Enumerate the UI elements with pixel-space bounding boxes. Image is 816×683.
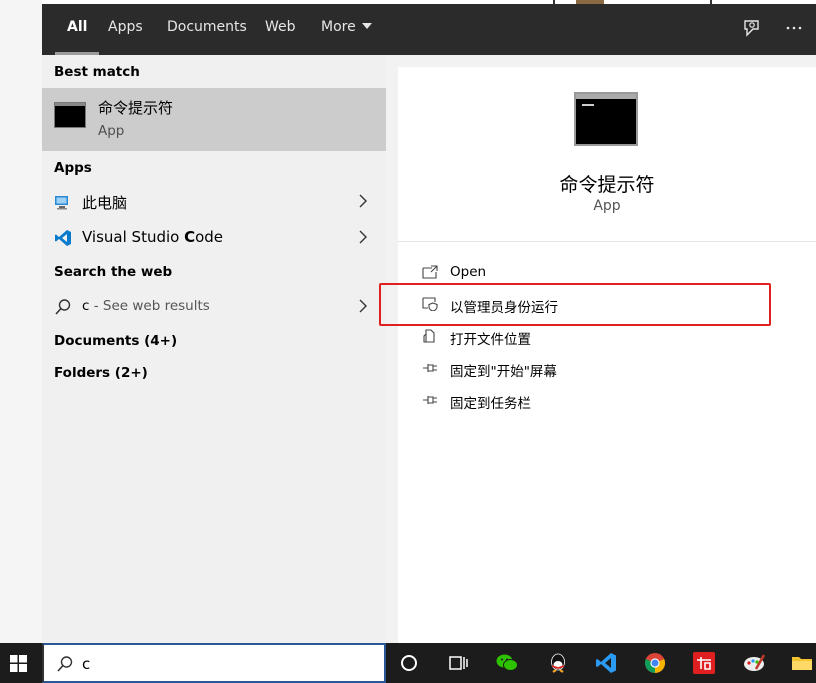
chevron-right-icon[interactable] [358, 230, 368, 244]
preview-title: 命令提示符 [559, 174, 655, 196]
action-pin-to-taskbar[interactable]: 固定到任务栏 [398, 386, 816, 416]
tab-web[interactable]: Web [265, 4, 296, 55]
taskbar [0, 643, 816, 683]
youdao-icon[interactable] [692, 651, 716, 675]
tab-more-label: More [321, 19, 356, 35]
preview-subtitle: App [593, 198, 621, 214]
documents-group[interactable]: Documents (4+) [54, 333, 177, 349]
tab-all[interactable]: All [54, 4, 101, 55]
tab-documents[interactable]: Documents [167, 4, 247, 55]
pin-icon [423, 364, 437, 372]
action-label: Open [450, 264, 487, 280]
best-match-item[interactable]: 命令提示符 App [42, 88, 386, 151]
start-button[interactable] [0, 643, 42, 683]
file-location-icon [423, 329, 435, 343]
annotation-highlight-box [379, 283, 771, 326]
tab-apps[interactable]: Apps [108, 4, 143, 55]
command-prompt-icon [54, 102, 86, 128]
chevron-down-icon [361, 23, 372, 29]
pin-icon [423, 396, 437, 404]
web-result-label: c - See web results [82, 298, 210, 314]
command-prompt-icon [574, 92, 638, 146]
search-input[interactable] [82, 651, 372, 677]
chevron-right-icon[interactable] [358, 299, 368, 313]
wechat-icon[interactable] [495, 651, 519, 675]
apps-header: Apps [54, 160, 92, 176]
search-filter-bar: All Apps Documents Web More [42, 4, 816, 55]
qq-icon[interactable] [546, 651, 570, 675]
this-pc-icon [55, 196, 68, 210]
list-item-vscode[interactable]: Visual Studio Code [42, 220, 386, 254]
vscode-icon [55, 230, 71, 246]
list-item-label: 此电脑 [82, 194, 128, 212]
results-list: Best match 命令提示符 App Apps 此电脑 Visual Stu… [42, 55, 386, 643]
feedback-icon[interactable] [742, 18, 762, 38]
desktop-background [0, 0, 42, 643]
cortana-icon[interactable] [397, 651, 421, 675]
action-label: 固定到任务栏 [450, 396, 531, 412]
chevron-right-icon[interactable] [358, 194, 368, 208]
list-item-label: Visual Studio Code [82, 228, 224, 246]
folders-group[interactable]: Folders (2+) [54, 365, 148, 381]
list-item-this-pc[interactable]: 此电脑 [42, 184, 386, 218]
best-match-header: Best match [54, 64, 140, 80]
preview-pane: 命令提示符 App Open 以管理员身份运行 打开文件位置 固定到"开始"屏幕… [398, 67, 816, 643]
best-match-subtitle: App [98, 123, 125, 139]
tab-more[interactable]: More [321, 4, 372, 55]
chrome-icon[interactable] [643, 651, 667, 675]
more-options-icon[interactable] [784, 18, 804, 38]
action-open-file-location[interactable]: 打开文件位置 [398, 322, 816, 352]
windows-start-icon [10, 655, 27, 672]
file-explorer-icon[interactable] [790, 651, 814, 675]
search-icon [57, 656, 73, 672]
search-icon [55, 299, 71, 315]
divider [398, 241, 816, 242]
task-view-icon[interactable] [446, 651, 470, 675]
best-match-title: 命令提示符 [98, 99, 174, 117]
search-web-header: Search the web [54, 264, 173, 280]
action-label: 打开文件位置 [450, 332, 531, 348]
open-icon [422, 265, 438, 279]
vscode-icon[interactable] [594, 651, 618, 675]
taskbar-search-box[interactable] [42, 643, 386, 683]
action-pin-to-start[interactable]: 固定到"开始"屏幕 [398, 354, 816, 384]
list-item-web-result[interactable]: c - See web results [42, 289, 386, 323]
action-label: 固定到"开始"屏幕 [450, 364, 557, 380]
paint-icon[interactable] [742, 651, 766, 675]
